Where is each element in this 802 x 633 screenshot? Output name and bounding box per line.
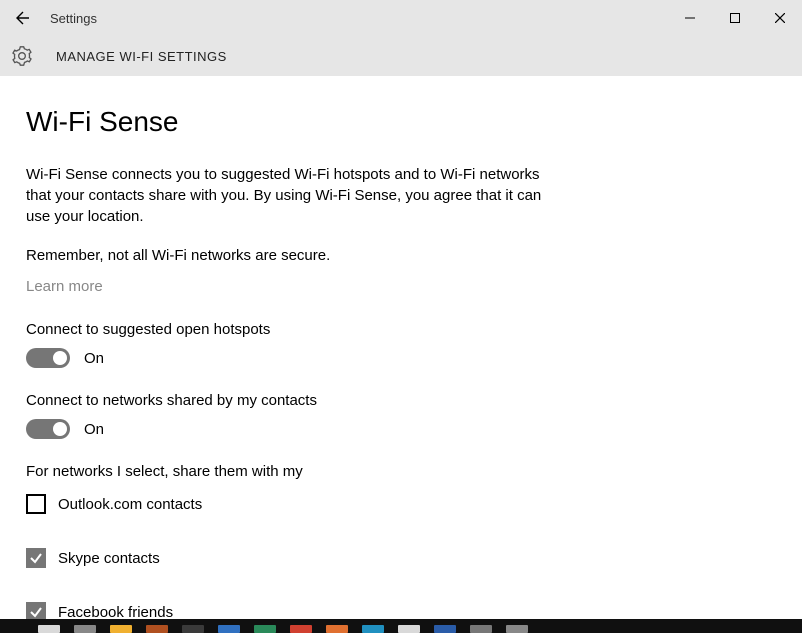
maximize-button[interactable] [712, 0, 757, 36]
checkbox-label: Facebook friends [58, 604, 173, 621]
taskbar-item[interactable] [362, 625, 384, 633]
taskbar-item[interactable] [38, 625, 60, 633]
arrow-left-icon [14, 10, 30, 26]
share-label: For networks I select, share them with m… [26, 463, 776, 480]
share-options: Outlook.com contacts Skype contacts Facebo… [26, 494, 776, 622]
toggle-row: On [26, 419, 776, 439]
taskbar-item[interactable] [398, 625, 420, 633]
toggle-knob [53, 422, 67, 436]
taskbar-item[interactable] [470, 625, 492, 633]
checkbox[interactable] [26, 494, 46, 514]
toggle-switch[interactable] [26, 348, 70, 368]
content-area: Wi-Fi Sense Wi-Fi Sense connects you to … [0, 76, 802, 622]
app-title: Settings [50, 11, 97, 26]
checkbox-label: Outlook.com contacts [58, 496, 202, 513]
checkbox[interactable] [26, 548, 46, 568]
gear-icon [10, 44, 34, 68]
toggle-knob [53, 351, 67, 365]
taskbar-item[interactable] [218, 625, 240, 633]
toggle-state-label: On [84, 421, 104, 438]
taskbar-item[interactable] [74, 625, 96, 633]
checkbox-row: Outlook.com contacts [26, 494, 776, 514]
taskbar-item[interactable] [290, 625, 312, 633]
remember-text: Remember, not all Wi-Fi networks are sec… [26, 247, 776, 264]
minimize-icon [685, 13, 695, 23]
toggle-switch[interactable] [26, 419, 70, 439]
taskbar-item[interactable] [110, 625, 132, 633]
page-description: Wi-Fi Sense connects you to suggested Wi… [26, 164, 566, 227]
taskbar-item[interactable] [146, 625, 168, 633]
learn-more-link[interactable]: Learn more [26, 278, 103, 295]
check-icon [29, 551, 43, 565]
taskbar-item[interactable] [506, 625, 528, 633]
checkbox-row: Skype contacts [26, 548, 776, 568]
taskbar-item[interactable] [326, 625, 348, 633]
taskbar-item[interactable] [182, 625, 204, 633]
checkbox-label: Skype contacts [58, 550, 160, 567]
toggle-label: Connect to networks shared by my contact… [26, 392, 776, 409]
window-controls [667, 0, 802, 36]
back-button[interactable] [0, 0, 44, 36]
close-icon [775, 13, 785, 23]
minimize-button[interactable] [667, 0, 712, 36]
subheader-title: MANAGE WI-FI SETTINGS [56, 49, 227, 64]
taskbar-item[interactable] [254, 625, 276, 633]
toggle-row: On [26, 348, 776, 368]
maximize-icon [730, 13, 740, 23]
settings-list: Connect to suggested open hotspots On Conn… [26, 321, 776, 439]
taskbar[interactable] [0, 619, 802, 633]
close-button[interactable] [757, 0, 802, 36]
check-icon [29, 605, 43, 619]
toggle-label: Connect to suggested open hotspots [26, 321, 776, 338]
page-title: Wi-Fi Sense [26, 106, 776, 138]
titlebar: Settings [0, 0, 802, 36]
toggle-state-label: On [84, 350, 104, 367]
subheader: MANAGE WI-FI SETTINGS [0, 36, 802, 76]
taskbar-item[interactable] [434, 625, 456, 633]
